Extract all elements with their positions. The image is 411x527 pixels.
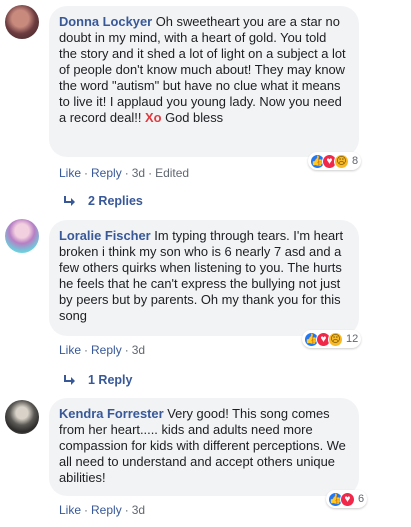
comment-author[interactable]: Donna Lockyer bbox=[59, 14, 152, 29]
comment-actions: Like · Reply · 3d bbox=[59, 343, 146, 357]
reply-link[interactable]: Reply bbox=[91, 343, 122, 357]
view-replies-button[interactable]: 2 Replies bbox=[64, 194, 143, 208]
reaction-count: 12 bbox=[346, 333, 359, 345]
avatar[interactable] bbox=[5, 400, 39, 434]
comment-text: Oh sweetheart you are a star no doubt in… bbox=[59, 14, 346, 125]
replies-label[interactable]: 2 Replies bbox=[88, 194, 143, 208]
comment-xo: Xo bbox=[145, 110, 162, 125]
like-link[interactable]: Like bbox=[59, 166, 81, 180]
comment-actions: Like · Reply · 3d · Edited bbox=[59, 166, 190, 180]
comment-author[interactable]: Kendra Forrester bbox=[59, 406, 164, 421]
sad-reaction-icon: ☹ bbox=[334, 153, 349, 169]
comment-author[interactable]: Loralie Fischer bbox=[59, 228, 151, 243]
reply-link[interactable]: Reply bbox=[91, 503, 122, 517]
avatar[interactable] bbox=[5, 5, 39, 39]
love-reaction-icon: ♥ bbox=[340, 491, 355, 507]
avatar[interactable] bbox=[5, 219, 39, 253]
replies-label[interactable]: 1 Reply bbox=[88, 373, 132, 387]
reaction-count: 8 bbox=[352, 155, 359, 167]
like-link[interactable]: Like bbox=[59, 503, 81, 517]
reply-arrow-icon bbox=[64, 375, 75, 385]
like-link[interactable]: Like bbox=[59, 343, 81, 357]
comment-bubble: Donna Lockyer Oh sweetheart you are a st… bbox=[49, 6, 359, 157]
comment-time[interactable]: 3d bbox=[132, 343, 145, 357]
view-replies-button[interactable]: 1 Reply bbox=[64, 373, 132, 387]
reaction-summary[interactable]: 👍 ♥ 6 bbox=[326, 490, 368, 508]
sad-reaction-icon: ☹ bbox=[328, 331, 343, 347]
comment-bubble: Loralie Fischer Im typing through tears.… bbox=[49, 220, 359, 336]
comment-signoff: God bless bbox=[165, 110, 224, 125]
reaction-summary[interactable]: 👍 ♥ ☹ 12 bbox=[302, 330, 362, 348]
comment-time[interactable]: 3d bbox=[132, 503, 145, 517]
comment-actions: Like · Reply · 3d bbox=[59, 503, 146, 517]
reaction-summary[interactable]: 👍 ♥ ☹ 8 bbox=[308, 152, 362, 170]
reply-link[interactable]: Reply bbox=[91, 166, 122, 180]
reply-arrow-icon bbox=[64, 196, 75, 206]
comment-time[interactable]: 3d bbox=[132, 166, 145, 180]
edited-label[interactable]: Edited bbox=[155, 166, 189, 180]
reaction-count: 6 bbox=[358, 493, 365, 505]
comment-bubble: Kendra Forrester Very good! This song co… bbox=[49, 398, 359, 496]
